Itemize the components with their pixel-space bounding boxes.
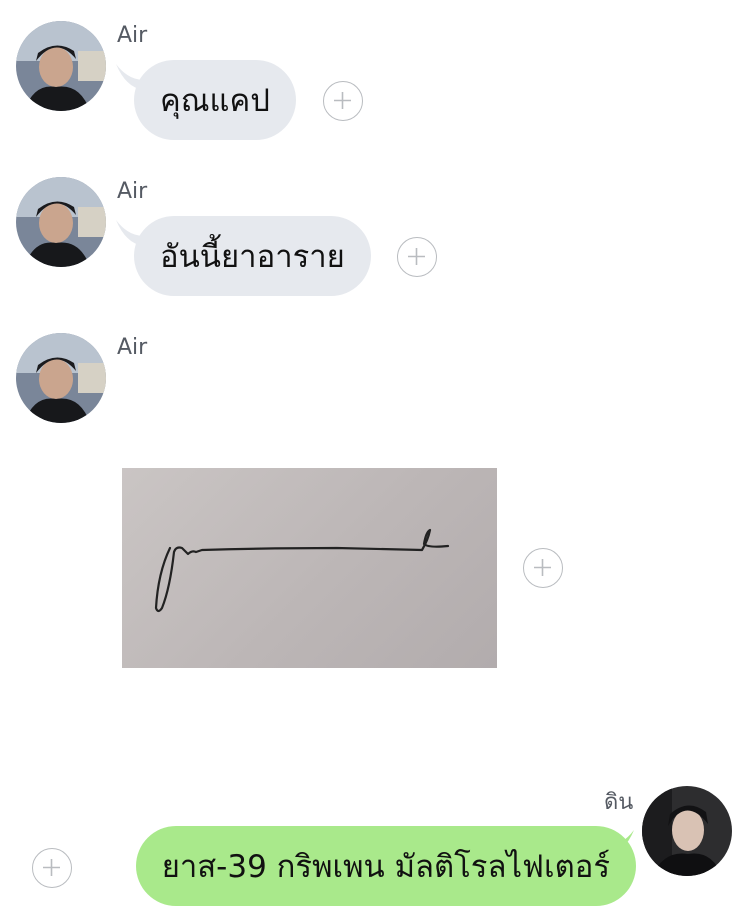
avatar[interactable] bbox=[642, 786, 732, 876]
sender-name: ดิน bbox=[604, 790, 634, 815]
plus-icon bbox=[534, 559, 551, 576]
plus-icon bbox=[43, 859, 60, 876]
signature-photo[interactable] bbox=[122, 468, 497, 668]
sender-name: Air bbox=[117, 23, 148, 48]
sender-name: Air bbox=[117, 335, 148, 360]
message-bubble[interactable]: คุณแคป bbox=[134, 60, 296, 140]
add-button[interactable] bbox=[397, 237, 437, 277]
message-bubble[interactable]: ยาส-39 กริพเพน มัลติโรลไฟเตอร์ bbox=[135, 826, 636, 906]
avatar[interactable] bbox=[16, 177, 106, 267]
plus-icon bbox=[334, 92, 351, 109]
avatar[interactable] bbox=[16, 21, 106, 111]
sender-name: Air bbox=[117, 179, 148, 204]
add-button[interactable] bbox=[32, 848, 72, 888]
plus-icon bbox=[408, 248, 425, 265]
message-bubble[interactable]: อันนี้ยาอาราย bbox=[134, 216, 371, 296]
add-button[interactable] bbox=[323, 81, 363, 121]
avatar[interactable] bbox=[16, 333, 106, 423]
signature-image bbox=[154, 528, 450, 613]
add-button[interactable] bbox=[523, 548, 563, 588]
